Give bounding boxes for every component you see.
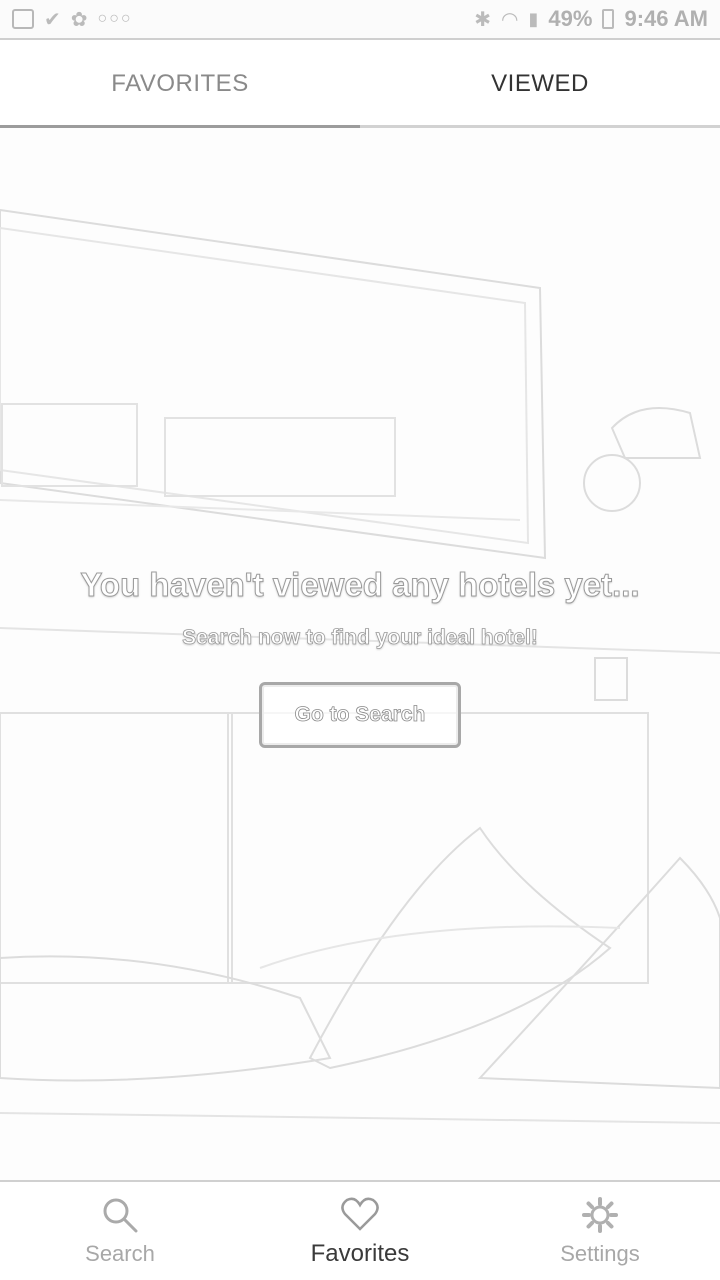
fan-icon: ✿: [70, 8, 88, 31]
bluetooth-icon: ✱: [474, 8, 492, 31]
gear-icon: [580, 1195, 620, 1235]
status-left: ✔ ✿ ○○○: [12, 7, 133, 32]
empty-state-subtitle: Search now to find your ideal hotel!: [182, 626, 539, 650]
tab-favorites[interactable]: FAVORITES: [0, 42, 360, 128]
battery-icon: [602, 9, 615, 29]
nav-settings-label: Settings: [560, 1241, 640, 1266]
background-image: [0, 128, 720, 1180]
battery-level: 49%: [548, 6, 593, 31]
nav-favorites-label: Favorites: [310, 1240, 410, 1267]
status-bar: ✔ ✿ ○○○ ✱ ◠ ▮ 49% 9:46 AM: [0, 0, 720, 40]
clock: 9:46 AM: [624, 6, 708, 31]
heart-icon: [340, 1194, 380, 1234]
signal-icon: ▮: [528, 8, 539, 29]
go-to-search-button[interactable]: Go to Search: [259, 682, 461, 748]
tab-bar: FAVORITES VIEWED: [0, 42, 720, 128]
nav-search[interactable]: Search: [0, 1182, 240, 1280]
status-right: ✱ ◠ ▮ 49% 9:46 AM: [474, 6, 708, 32]
search-icon: [100, 1195, 140, 1235]
hotel-room-illustration: [0, 208, 720, 1124]
bottom-nav: Search Favorites Settings: [0, 1180, 720, 1280]
empty-state-title: You haven't viewed any hotels yet...: [80, 566, 640, 604]
check-icon: ✔: [44, 8, 61, 31]
tab-viewed[interactable]: VIEWED: [360, 42, 720, 128]
gallery-icon: [12, 9, 34, 29]
wifi-icon: ◠: [501, 8, 519, 31]
nav-favorites[interactable]: Favorites: [240, 1182, 480, 1280]
nav-settings[interactable]: Settings: [480, 1182, 720, 1280]
nav-search-label: Search: [85, 1241, 155, 1266]
more-icon: ○○○: [97, 10, 133, 27]
